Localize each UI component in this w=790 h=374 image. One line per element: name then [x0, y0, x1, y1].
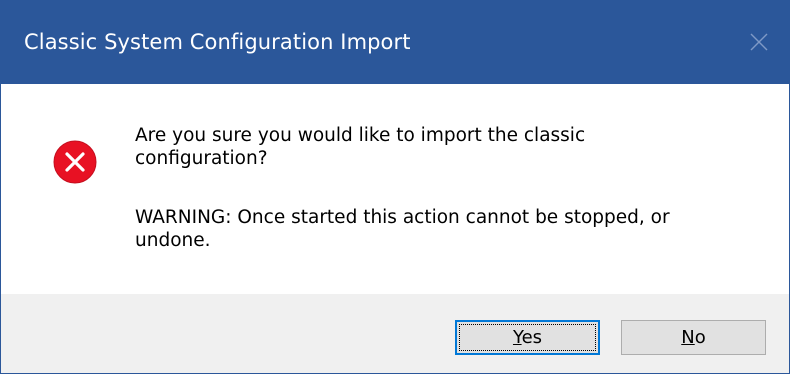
dialog-content: Are you sure you would like to import th… [1, 84, 789, 294]
error-icon [53, 140, 97, 184]
no-label-rest: o [694, 327, 706, 348]
close-button[interactable] [739, 1, 789, 84]
no-button[interactable]: No [621, 320, 766, 355]
close-icon [750, 33, 768, 51]
no-accelerator: N [681, 327, 695, 348]
focus-rectangle [459, 324, 596, 351]
dialog-window: Classic System Configuration Import Are … [0, 0, 790, 374]
warning-message: WARNING: Once started this action cannot… [135, 207, 670, 251]
yes-button[interactable]: Yes [455, 320, 600, 355]
button-bar: Yes No [1, 294, 789, 373]
dialog-title: Classic System Configuration Import [24, 30, 411, 54]
confirm-message: Are you sure you would like to import th… [135, 125, 586, 169]
title-bar[interactable]: Classic System Configuration Import [1, 1, 789, 84]
